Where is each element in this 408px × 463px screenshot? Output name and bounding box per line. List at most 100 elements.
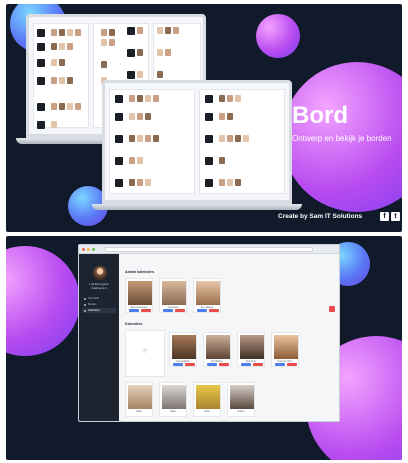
board-icon	[37, 103, 45, 111]
board-icon	[84, 303, 86, 306]
board-icon	[205, 157, 213, 165]
board-icon	[37, 121, 45, 129]
add-calendar-card[interactable]: +	[125, 330, 165, 377]
admin-calendar-card[interactable]: Sam Vermeulen	[125, 278, 153, 313]
calendar-card[interactable]: Eva Smit	[237, 332, 265, 367]
board-icon	[205, 135, 213, 143]
promo-panel-top: Bord Ontwerp en bekijk je borden Create …	[6, 4, 402, 232]
person-tile	[137, 179, 143, 186]
person-tile	[137, 113, 143, 120]
person-tile	[243, 135, 249, 142]
profile-photo	[162, 385, 186, 409]
board-icon	[115, 113, 123, 121]
decor-orb	[256, 14, 300, 58]
profile-photo	[128, 281, 152, 305]
sidebar-item-label: Overzicht	[88, 297, 99, 300]
board-icon	[115, 135, 123, 143]
calendars-title: Kalenders	[125, 322, 143, 326]
person-tile	[235, 179, 241, 186]
sidebar-item-borden[interactable]: Borden	[82, 302, 116, 307]
laptop-base	[92, 204, 302, 210]
delete-button[interactable]	[185, 363, 195, 366]
sidebar: Lisa Boomgaard lisa@samit.nl Overzicht B…	[79, 254, 119, 421]
edit-button[interactable]	[173, 363, 183, 366]
person-tile	[51, 121, 57, 128]
person-tile	[235, 135, 241, 142]
profile-photo	[196, 385, 220, 409]
person-tile	[75, 29, 81, 36]
calendar-card[interactable]: Tim Bakker	[203, 332, 231, 367]
profile-photo	[230, 385, 254, 409]
calendar-card[interactable]: Lisa de Bruin	[169, 332, 197, 367]
window-minimize-dot[interactable]	[87, 248, 90, 251]
avatar[interactable]	[93, 266, 107, 280]
admin-calendar-card[interactable]: Ilse Jansen	[193, 278, 221, 313]
calendar-card[interactable]: Daan	[159, 382, 187, 417]
person-tile	[145, 95, 151, 102]
person-tile	[219, 95, 225, 102]
board-icon	[205, 95, 213, 103]
profile-photo	[128, 385, 152, 409]
person-tile	[137, 95, 143, 102]
sidebar-item-overzicht[interactable]: Overzicht	[82, 296, 116, 301]
edit-button[interactable]	[129, 309, 139, 312]
calendar-card[interactable]: Mark	[125, 382, 153, 417]
edit-button[interactable]	[275, 363, 285, 366]
delete-button[interactable]	[209, 309, 219, 312]
sidebar-item-kalenders[interactable]: Kalenders	[82, 308, 116, 313]
delete-button[interactable]	[253, 363, 263, 366]
person-tile	[51, 103, 57, 110]
sidebar-item-label: Borden	[88, 303, 97, 306]
board-icon	[37, 29, 45, 37]
board-icon	[115, 157, 123, 165]
facebook-icon[interactable]: f	[380, 212, 389, 221]
person-tile	[157, 27, 163, 34]
board-icon	[115, 95, 123, 103]
delete-button[interactable]	[287, 363, 297, 366]
person-tile	[75, 103, 81, 110]
edit-button[interactable]	[241, 363, 251, 366]
delete-button[interactable]	[175, 309, 185, 312]
twitter-icon[interactable]: t	[391, 212, 400, 221]
person-tile	[51, 43, 57, 50]
browser-window: Lisa Boomgaard lisa@samit.nl Overzicht B…	[78, 244, 340, 422]
user-name: Lisa Boomgaard	[89, 283, 109, 286]
person-tile	[137, 49, 143, 56]
person-tile	[129, 135, 135, 142]
person-tile	[157, 71, 163, 78]
brand-title: Bord	[292, 102, 348, 129]
person-tile	[173, 27, 179, 34]
calendar-card[interactable]: Koen de Vries	[271, 332, 299, 367]
plus-icon: +	[142, 346, 148, 357]
edit-button[interactable]	[207, 363, 217, 366]
dashboard-icon	[84, 297, 86, 300]
edit-button[interactable]	[163, 309, 173, 312]
sidebar-toggle-button[interactable]	[329, 306, 335, 312]
person-tile	[153, 135, 159, 142]
calendar-card[interactable]: Ruben	[227, 382, 255, 417]
promo-panel-bottom: Lisa Boomgaard lisa@samit.nl Overzicht B…	[6, 236, 402, 460]
address-bar[interactable]	[105, 247, 313, 252]
profile-photo	[274, 335, 298, 359]
admin-calendars-title: Admin kalenders	[125, 270, 154, 274]
browser-chrome	[79, 245, 339, 254]
delete-button[interactable]	[219, 363, 229, 366]
window-maximize-dot[interactable]	[92, 248, 95, 251]
card-name: Daan	[170, 410, 176, 413]
person-tile	[153, 95, 159, 102]
profile-photo	[240, 335, 264, 359]
admin-calendar-card[interactable]: Jeff Groot	[159, 278, 187, 313]
calendar-card[interactable]: Sofie	[193, 382, 221, 417]
board-icon	[205, 113, 213, 121]
person-tile	[51, 29, 57, 36]
person-tile	[67, 43, 73, 50]
delete-button[interactable]	[141, 309, 151, 312]
laptop-screen	[102, 80, 292, 204]
edit-button[interactable]	[197, 309, 207, 312]
person-tile	[157, 49, 163, 56]
board-icon	[115, 179, 123, 187]
person-tile	[129, 113, 135, 120]
board-icon	[205, 179, 213, 187]
person-tile	[219, 157, 225, 164]
window-close-dot[interactable]	[82, 248, 85, 251]
